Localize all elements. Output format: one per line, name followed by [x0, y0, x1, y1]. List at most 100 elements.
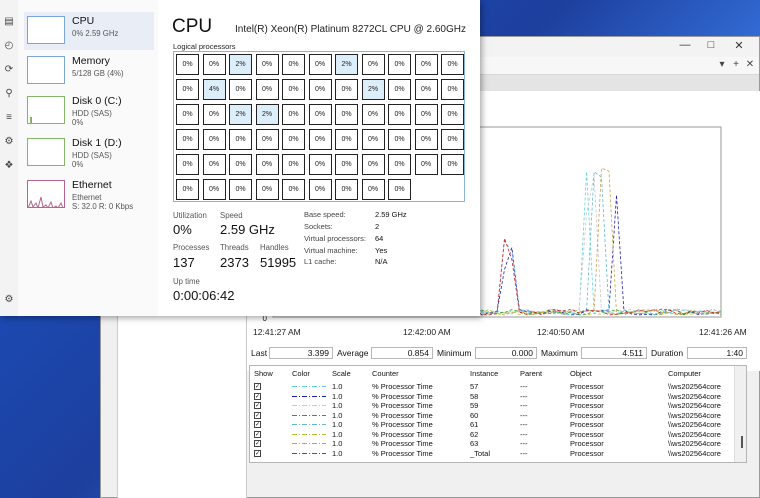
- dropdown-icon[interactable]: ▾: [715, 59, 729, 70]
- time-label-2: 12:42:00 AM: [403, 327, 451, 337]
- cell-instance: 62: [470, 429, 479, 439]
- startup-apps-icon[interactable]: ⟳: [2, 64, 16, 75]
- table-row[interactable]: ✓ 1.0 % Processor Time 58 --- Processor \\ws20…: [250, 392, 746, 402]
- logical-processor-cell: 0%: [255, 179, 279, 200]
- threads-value: 2373: [220, 255, 249, 270]
- ethernet-mini-graph-line: [28, 196, 64, 207]
- table-row[interactable]: ✓ 1.0 % Processor Time 60 --- Processor \\ws20…: [250, 411, 746, 421]
- details-icon[interactable]: ≡: [2, 112, 16, 123]
- speed-value: 2.59 GHz: [220, 222, 275, 237]
- cpu-mini-graph: [27, 16, 65, 44]
- cell-computer: \\ws202564core: [668, 391, 721, 401]
- uptime-value: 0:00:06:42: [173, 288, 235, 303]
- handles-value: 51995: [260, 255, 297, 270]
- performance-icon[interactable]: ▤: [2, 16, 16, 27]
- scrollbar-thumb[interactable]: [741, 436, 743, 448]
- logical-processor-cell: 2%: [361, 79, 385, 100]
- sidebar-item-label: Disk 0 (C:): [72, 95, 122, 107]
- logical-processor-cell: 0%: [361, 54, 385, 75]
- cell-object: Processor: [570, 401, 604, 410]
- sidebar-item-ethernet[interactable]: Ethernet Ethernet S: 32.0 R: 0 Kbps: [24, 176, 172, 214]
- minimize-icon[interactable]: —: [677, 39, 693, 51]
- cell-object: Processor: [570, 439, 604, 448]
- show-checkbox[interactable]: ✓: [254, 392, 261, 400]
- maximum-value: 4.511: [581, 347, 647, 359]
- logical-processors-grid[interactable]: 0% 0% 2% 0% 0% 0% 2% 0% 0% 0% 0% 0% 4% 0% 0% 0% 0% 0% 2% 0%…: [173, 51, 465, 202]
- show-checkbox[interactable]: ✓: [254, 421, 261, 428]
- time-label-end: 12:41:26 AM: [699, 327, 747, 337]
- sidebar-item-disk-0[interactable]: Disk 0 (C:) HDD (SAS) 0%: [24, 92, 172, 130]
- cell-computer: \\ws202564core: [668, 382, 721, 391]
- color-swatch: [292, 433, 326, 435]
- sidebar-item-cpu[interactable]: CPU 0% 2.59 GHz: [24, 12, 154, 50]
- cell-counter: % Processor Time: [372, 448, 433, 458]
- disk0-mini-graph: [27, 96, 65, 124]
- logical-processor-cell: 0%: [414, 154, 438, 175]
- cell-counter: % Processor Time: [372, 410, 433, 420]
- logical-processor-cell: 2%: [229, 104, 252, 125]
- show-checkbox[interactable]: ✓: [254, 383, 261, 390]
- services-icon[interactable]: ❖: [2, 160, 16, 171]
- header-computer[interactable]: Computer: [668, 369, 701, 378]
- sidebar-item-disk-1[interactable]: Disk 1 (D:) HDD (SAS) 0%: [24, 134, 172, 172]
- cell-instance: 60: [470, 410, 479, 420]
- spec-virtual-processors-label: Virtual processors:: [304, 234, 366, 243]
- table-row[interactable]: ✓ 1.0 % Processor Time 63 --- Processor \\ws20…: [250, 439, 746, 449]
- header-color[interactable]: Color: [292, 369, 310, 378]
- logical-processor-cell: 0%: [441, 154, 464, 175]
- sidebar-item-detail: 0%: [72, 118, 84, 127]
- add-icon[interactable]: +: [729, 59, 743, 70]
- table-row[interactable]: ✓ 1.0 % Processor Time 57 --- Processor \\ws20…: [250, 382, 746, 392]
- logical-processor-cell: 2%: [335, 54, 358, 75]
- cell-computer: \\ws202564core: [668, 429, 721, 439]
- sidebar-item-detail: S: 32.0 R: 0 Kbps: [72, 202, 134, 211]
- sidebar-item-memory[interactable]: Memory 5/128 GB (4%): [24, 52, 172, 90]
- services-icon[interactable]: ⚙: [2, 136, 16, 147]
- header-counter[interactable]: Counter: [372, 369, 399, 378]
- average-label: Average: [337, 348, 369, 358]
- cell-parent: ---: [520, 429, 528, 439]
- cell-scale: 1.0: [332, 391, 343, 401]
- maximize-icon[interactable]: □: [703, 39, 719, 51]
- close-icon[interactable]: ✕: [731, 39, 747, 52]
- logical-processor-cell: 0%: [361, 154, 385, 175]
- show-checkbox[interactable]: ✓: [254, 440, 261, 447]
- task-manager-window[interactable]: ▤ ◴ ⟳ ⚲ ≡ ⚙ ❖ ⚙ CPU 0% 2.59 GHz Memory 5…: [0, 0, 480, 316]
- table-row[interactable]: ✓ 1.0 % Processor Time 61 --- Processor \\ws20…: [250, 420, 746, 430]
- cell-computer: \\ws202564core: [668, 439, 721, 448]
- settings-icon[interactable]: ⚙: [2, 294, 16, 305]
- cell-scale: 1.0: [332, 439, 343, 448]
- cell-scale: 1.0: [332, 401, 343, 410]
- counter-legend-table[interactable]: Show Color Scale Counter Instance Parent…: [249, 365, 747, 463]
- app-history-icon[interactable]: ◴: [2, 40, 16, 51]
- cell-counter: % Processor Time: [372, 439, 433, 448]
- sidebar-item-label: Ethernet: [72, 179, 112, 191]
- disk0-mini-graph-line: [30, 117, 32, 123]
- delete-icon[interactable]: ✕: [743, 59, 757, 70]
- color-swatch: [292, 424, 326, 425]
- cell-object: Processor: [570, 448, 604, 458]
- utilization-label: Utilization: [173, 211, 207, 220]
- header-object[interactable]: Object: [570, 369, 592, 378]
- header-parent[interactable]: Parent: [520, 369, 542, 378]
- header-scale[interactable]: Scale: [332, 369, 351, 378]
- table-row[interactable]: ✓ 1.0 % Processor Time 62 --- Processor \\ws20…: [250, 430, 746, 440]
- header-instance[interactable]: Instance: [470, 369, 498, 378]
- table-scrollbar[interactable]: [734, 366, 746, 462]
- header-show[interactable]: Show: [254, 369, 273, 378]
- cell-counter: % Processor Time: [372, 420, 433, 429]
- cell-object: Processor: [570, 429, 604, 439]
- cell-counter: % Processor Time: [372, 401, 433, 410]
- show-checkbox[interactable]: ✓: [254, 449, 261, 457]
- table-row[interactable]: ✓ 1.0 % Processor Time 59 --- Processor \\ws20…: [250, 401, 746, 411]
- cell-object: Processor: [570, 382, 604, 391]
- cell-counter: % Processor Time: [372, 429, 433, 439]
- logical-processor-cell: 0%: [361, 179, 385, 200]
- show-checkbox[interactable]: ✓: [254, 430, 261, 438]
- show-checkbox[interactable]: ✓: [254, 402, 261, 409]
- table-row[interactable]: ✓ 1.0 % Processor Time _Total --- Processor \\…: [250, 449, 746, 459]
- logical-processor-cell: 0%: [282, 54, 305, 75]
- users-icon[interactable]: ⚲: [2, 88, 16, 99]
- show-checkbox[interactable]: ✓: [254, 411, 261, 419]
- logical-processor-cell: 0%: [441, 54, 464, 75]
